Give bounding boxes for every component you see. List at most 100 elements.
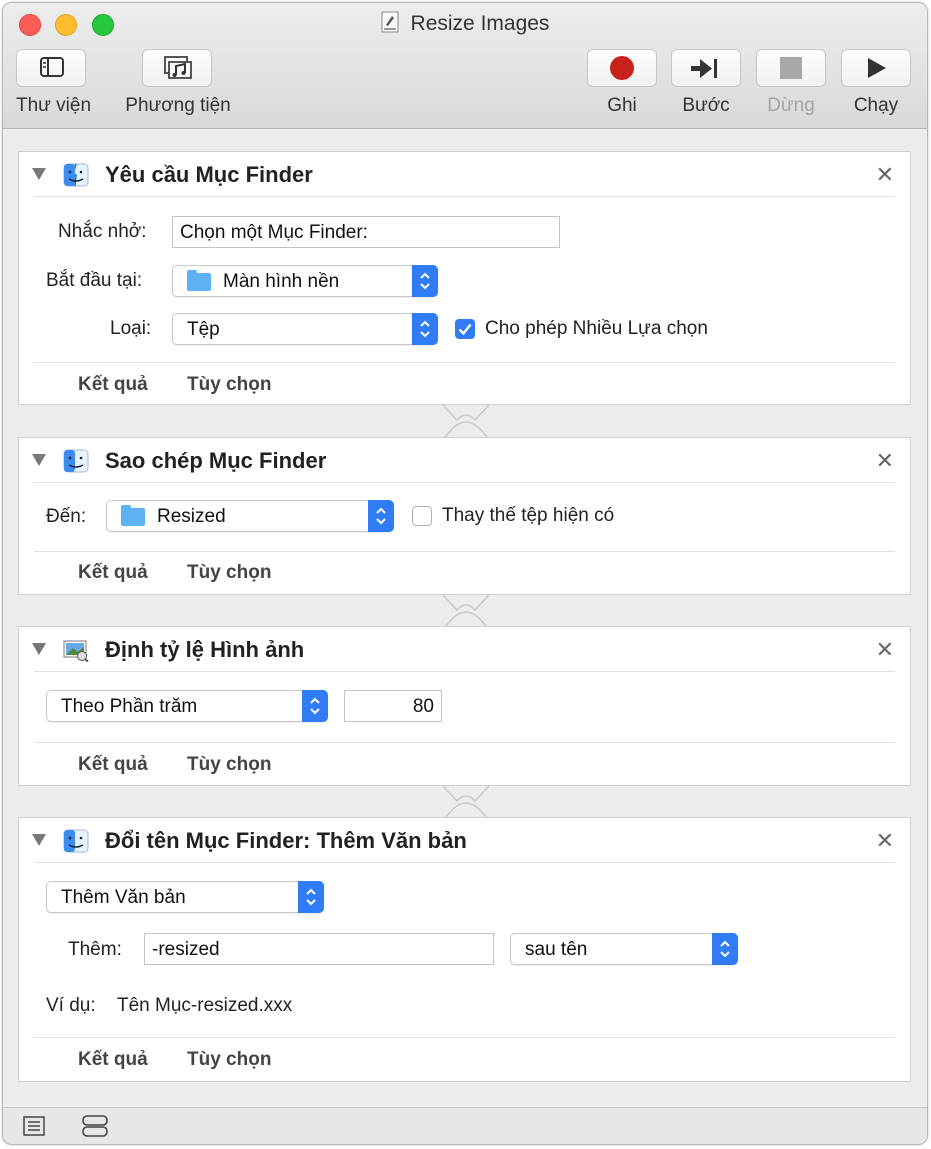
close-icon[interactable]: ✕ bbox=[876, 637, 894, 663]
replace-existing-checkbox[interactable] bbox=[412, 506, 432, 526]
media-icon bbox=[164, 56, 192, 79]
variables-icon[interactable] bbox=[81, 1115, 109, 1137]
step-label: Bước bbox=[682, 95, 730, 116]
action-title: Yêu cầu Mục Finder bbox=[105, 162, 313, 187]
options-tab[interactable]: Tùy chọn bbox=[187, 754, 271, 776]
connector-icon bbox=[443, 785, 489, 821]
stop-button[interactable] bbox=[756, 49, 826, 87]
results-tab[interactable]: Kết quả bbox=[78, 1049, 148, 1071]
close-icon[interactable]: ✕ bbox=[876, 162, 894, 188]
action-header: Định tỷ lệ Hình ảnh ✕ bbox=[19, 627, 910, 671]
stop-icon bbox=[780, 57, 802, 79]
divider bbox=[34, 482, 895, 483]
chevron-updown-icon bbox=[412, 265, 438, 297]
record-label: Ghi bbox=[607, 95, 637, 116]
example-label: Ví dụ: bbox=[46, 995, 96, 1016]
rename-mode-popup[interactable]: Thêm Văn bản bbox=[46, 881, 324, 913]
add-position-popup[interactable]: sau tên bbox=[510, 933, 738, 965]
library-button[interactable] bbox=[16, 49, 86, 87]
finder-icon bbox=[63, 449, 89, 473]
percent-field[interactable]: 80 bbox=[344, 690, 442, 722]
add-text-field[interactable]: -resized bbox=[144, 933, 494, 965]
type-label: Loại: bbox=[110, 318, 152, 339]
stop-label: Dừng bbox=[767, 95, 815, 116]
action-header: Sao chép Mục Finder ✕ bbox=[19, 438, 910, 482]
allow-multiple-label: Cho phép Nhiều Lựa chọn bbox=[485, 318, 708, 339]
chevron-updown-icon bbox=[412, 313, 438, 345]
start-at-value: Màn hình nền bbox=[223, 271, 340, 292]
window-title: Resize Images bbox=[410, 12, 550, 35]
add-label: Thêm: bbox=[68, 939, 122, 960]
disclosure-triangle-icon[interactable] bbox=[32, 454, 46, 466]
divider bbox=[34, 671, 895, 672]
start-at-label: Bắt đầu tại: bbox=[46, 270, 143, 291]
connector-icon bbox=[443, 404, 489, 440]
options-tab[interactable]: Tùy chọn bbox=[187, 1049, 271, 1071]
media-button[interactable] bbox=[142, 49, 212, 87]
divider bbox=[34, 862, 895, 863]
close-icon[interactable]: ✕ bbox=[876, 448, 894, 474]
finder-icon bbox=[63, 829, 89, 853]
chevron-updown-icon bbox=[368, 500, 394, 532]
chevron-updown-icon bbox=[298, 881, 324, 913]
disclosure-triangle-icon[interactable] bbox=[32, 643, 46, 655]
results-tab[interactable]: Kết quả bbox=[78, 754, 148, 776]
type-value: Tệp bbox=[187, 319, 220, 340]
library-label: Thư viện bbox=[16, 95, 92, 116]
bottom-bar bbox=[3, 1107, 927, 1144]
divider bbox=[34, 196, 895, 197]
divider bbox=[34, 742, 895, 743]
action-title: Đổi tên Mục Finder: Thêm Văn bản bbox=[105, 828, 467, 853]
media-label: Phương tiện bbox=[125, 95, 231, 116]
options-tab[interactable]: Tùy chọn bbox=[187, 374, 271, 396]
action-title: Định tỷ lệ Hình ảnh bbox=[105, 637, 305, 662]
preview-icon bbox=[63, 640, 89, 662]
chevron-updown-icon bbox=[302, 690, 328, 722]
run-button[interactable] bbox=[841, 49, 911, 87]
prompt-field[interactable]: Chọn một Mục Finder: bbox=[172, 216, 560, 248]
finder-icon bbox=[63, 163, 89, 187]
action-scale-images: Định tỷ lệ Hình ảnh ✕ Theo Phần trăm 80 … bbox=[18, 626, 911, 786]
action-copy-finder-items: Sao chép Mục Finder ✕ Đến: Resized Thay … bbox=[18, 437, 911, 595]
action-ask-finder-items: Yêu cầu Mục Finder ✕ Nhắc nhở: Chọn một … bbox=[18, 151, 911, 405]
add-position-value: sau tên bbox=[525, 939, 588, 960]
sidebar-icon bbox=[40, 57, 64, 77]
close-icon[interactable]: ✕ bbox=[876, 828, 894, 854]
divider bbox=[34, 551, 895, 552]
step-button[interactable] bbox=[671, 49, 741, 87]
disclosure-triangle-icon[interactable] bbox=[32, 834, 46, 846]
to-popup[interactable]: Resized bbox=[106, 500, 394, 532]
chevron-updown-icon bbox=[712, 933, 738, 965]
action-title: Sao chép Mục Finder bbox=[105, 448, 327, 473]
start-at-popup[interactable]: Màn hình nền bbox=[172, 265, 438, 297]
divider bbox=[34, 362, 895, 363]
replace-existing-label: Thay thế tệp hiện có bbox=[442, 505, 615, 526]
step-icon bbox=[691, 59, 717, 78]
prompt-label: Nhắc nhở: bbox=[58, 221, 147, 242]
window-title-area: Resize Images bbox=[3, 11, 927, 36]
results-tab[interactable]: Kết quả bbox=[78, 562, 148, 584]
connector-icon bbox=[443, 594, 489, 630]
record-icon bbox=[610, 56, 634, 80]
list-icon[interactable] bbox=[23, 1116, 45, 1136]
rename-mode-value: Thêm Văn bản bbox=[61, 887, 186, 908]
options-tab[interactable]: Tùy chọn bbox=[187, 562, 271, 584]
workflow-area: Yêu cầu Mục Finder ✕ Nhắc nhở: Chọn một … bbox=[3, 129, 927, 1107]
action-header: Yêu cầu Mục Finder ✕ bbox=[19, 152, 910, 196]
record-button[interactable] bbox=[587, 49, 657, 87]
workflow-document-icon bbox=[381, 11, 399, 33]
results-tab[interactable]: Kết quả bbox=[78, 374, 148, 396]
disclosure-triangle-icon[interactable] bbox=[32, 168, 46, 180]
folder-icon bbox=[187, 270, 211, 291]
to-label: Đến: bbox=[46, 506, 87, 527]
scale-mode-popup[interactable]: Theo Phần trăm bbox=[46, 690, 328, 722]
example-value: Tên Mục-resized.xxx bbox=[117, 995, 293, 1016]
play-icon bbox=[868, 58, 886, 78]
divider bbox=[34, 1037, 895, 1038]
type-popup[interactable]: Tệp bbox=[172, 313, 438, 345]
scale-mode-value: Theo Phần trăm bbox=[61, 696, 198, 717]
action-rename-finder-items: Đổi tên Mục Finder: Thêm Văn bản ✕ Thêm … bbox=[18, 817, 911, 1082]
action-header: Đổi tên Mục Finder: Thêm Văn bản ✕ bbox=[19, 818, 910, 862]
to-value: Resized bbox=[157, 506, 226, 527]
allow-multiple-checkbox[interactable] bbox=[455, 319, 475, 339]
